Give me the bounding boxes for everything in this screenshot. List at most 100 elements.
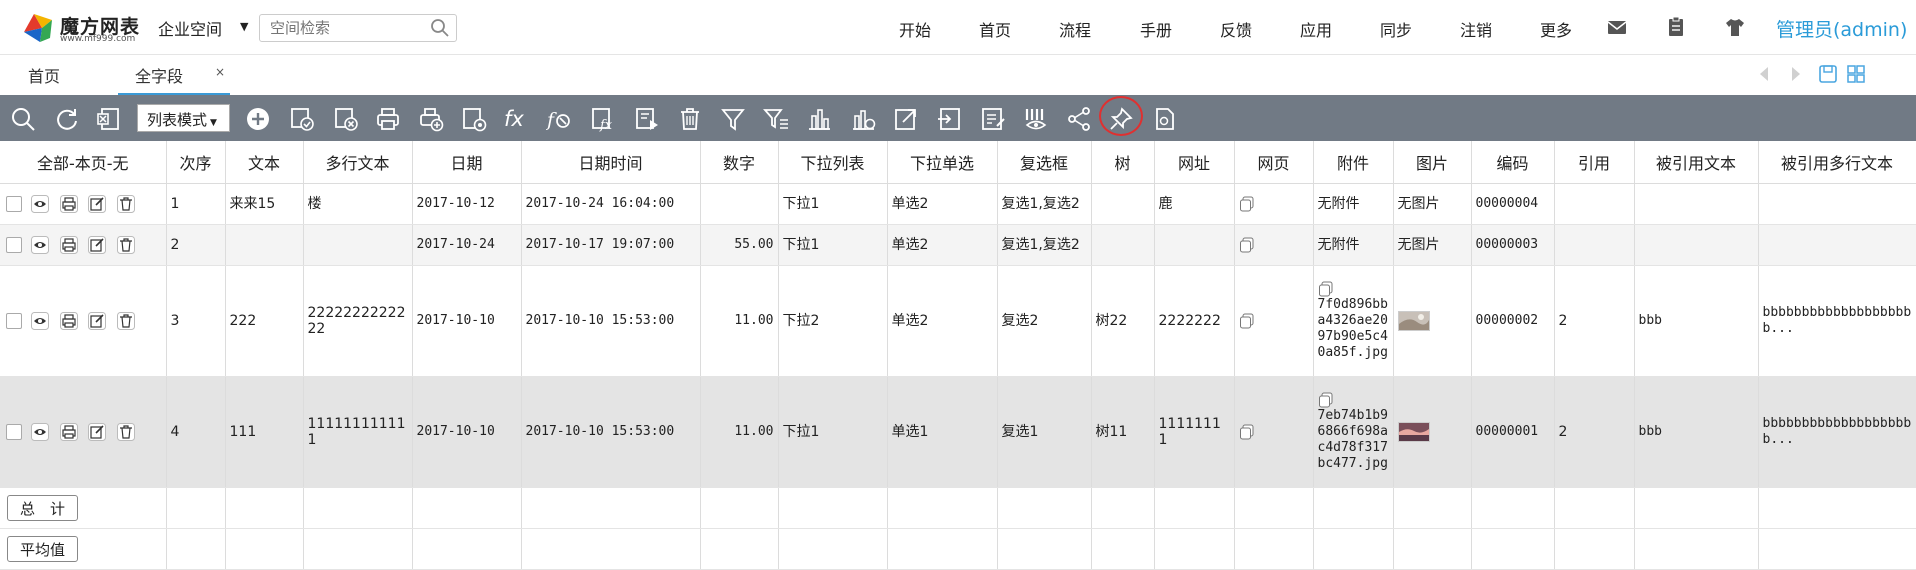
edit-icon[interactable]	[88, 195, 107, 213]
excel-icon[interactable]	[96, 106, 122, 132]
logo[interactable]: 魔方网表 www.mf999.com	[20, 10, 140, 46]
nav-apps[interactable]: 应用	[1300, 17, 1332, 41]
view-icon[interactable]	[31, 236, 50, 254]
view-column-icon[interactable]	[1023, 106, 1049, 132]
share-icon[interactable]	[1066, 106, 1092, 132]
col-number[interactable]: 数字	[700, 141, 779, 184]
cell-url[interactable]: 2222222	[1154, 265, 1235, 377]
col-multiline[interactable]: 多行文本	[303, 141, 413, 184]
image-thumbnail[interactable]	[1397, 422, 1430, 442]
edit-icon[interactable]	[88, 236, 107, 254]
nav-feedback[interactable]: 反馈	[1220, 17, 1252, 41]
mail-icon[interactable]	[1606, 16, 1628, 38]
delete-row-icon[interactable]	[116, 312, 135, 330]
space-selector[interactable]: 企业空间	[158, 16, 222, 40]
copy-icon[interactable]	[1239, 313, 1255, 329]
table-row[interactable]: 4 111 111111111111 2017-10-10 2017-10-10…	[0, 376, 1916, 488]
nav-logout[interactable]: 注销	[1460, 17, 1492, 41]
attachment-filename[interactable]: 7eb74b1b96866f698ac4d78f317bc477.jpg	[1318, 408, 1388, 471]
cell-reference[interactable]	[1554, 224, 1635, 266]
filter-icon[interactable]	[720, 106, 746, 132]
average-button[interactable]: 平均值	[7, 536, 79, 562]
row-checkbox[interactable]	[6, 237, 22, 253]
chart-icon[interactable]	[850, 106, 876, 132]
clipboard-icon[interactable]	[1665, 16, 1687, 38]
view-icon[interactable]	[31, 195, 50, 213]
col-attachment[interactable]: 附件	[1313, 141, 1394, 184]
delete-row-icon[interactable]	[116, 195, 135, 213]
delete-row-icon[interactable]	[116, 236, 135, 254]
save-layout-icon[interactable]	[1817, 63, 1839, 85]
cell-reference[interactable]: 2	[1554, 376, 1635, 488]
cell-url[interactable]	[1154, 224, 1235, 266]
search-icon[interactable]	[430, 18, 450, 38]
run-icon[interactable]	[634, 106, 660, 132]
table-row[interactable]: 2 2017-10-24 2017-10-17 19:07:00 55.00 下…	[0, 224, 1916, 266]
nav-manual[interactable]: 手册	[1140, 17, 1172, 41]
caret-down-icon[interactable]: ▼	[240, 20, 248, 33]
col-ref-multiline[interactable]: 被引用多行文本	[1758, 141, 1916, 184]
print-icon[interactable]	[375, 106, 401, 132]
admin-user[interactable]: 管理员(admin)	[1776, 15, 1907, 42]
print-row-icon[interactable]	[59, 195, 78, 213]
edit-icon[interactable]	[88, 423, 107, 441]
table-row[interactable]: 3 222 2222222222222 2017-10-10 2017-10-1…	[0, 265, 1916, 377]
attachment-filename[interactable]: 7f0d896bba4326ae2097b90e5c40a85f.jpg	[1318, 297, 1388, 360]
cell-url[interactable]: 鹿	[1154, 183, 1235, 225]
delete-row-icon[interactable]	[116, 423, 135, 441]
copy-icon[interactable]	[1318, 281, 1334, 297]
copy-icon[interactable]	[1239, 237, 1255, 253]
cancel-approve-icon[interactable]	[333, 106, 359, 132]
next-tab-icon[interactable]	[1784, 63, 1806, 85]
formula-clear-icon[interactable]: f	[545, 106, 572, 132]
list-mode-dropdown[interactable]: 列表模式 ▼	[137, 104, 230, 132]
cell-reference[interactable]	[1554, 183, 1635, 225]
print-row-icon[interactable]	[59, 312, 78, 330]
delete-icon[interactable]	[677, 106, 703, 132]
row-checkbox[interactable]	[6, 313, 22, 329]
search-icon[interactable]	[10, 106, 36, 132]
view-icon[interactable]	[31, 312, 50, 330]
export-icon[interactable]	[893, 106, 919, 132]
refresh-icon[interactable]	[54, 106, 80, 132]
space-search-input[interactable]	[259, 14, 457, 42]
function-icon[interactable]: fx	[590, 106, 616, 133]
col-code[interactable]: 编码	[1471, 141, 1555, 184]
shirt-icon[interactable]	[1724, 16, 1746, 38]
col-checkbox[interactable]: 复选框	[997, 141, 1092, 184]
import-icon[interactable]	[936, 106, 962, 132]
col-tree[interactable]: 树	[1091, 141, 1155, 184]
col-seq[interactable]: 次序	[166, 141, 226, 184]
table-row[interactable]: 1 来来15 楼 2017-10-12 2017-10-24 16:04:00 …	[0, 183, 1916, 225]
print-row-icon[interactable]	[59, 423, 78, 441]
formula-icon[interactable]: fx	[504, 106, 530, 132]
row-checkbox[interactable]	[6, 196, 22, 212]
nav-sync[interactable]: 同步	[1380, 17, 1412, 41]
nav-start[interactable]: 开始	[899, 17, 931, 41]
col-url[interactable]: 网址	[1154, 141, 1235, 184]
copy-icon[interactable]	[1318, 392, 1334, 408]
edit-icon[interactable]	[88, 312, 107, 330]
prev-tab-icon[interactable]	[1754, 63, 1776, 85]
nav-home[interactable]: 首页	[979, 17, 1011, 41]
tab-home[interactable]: 首页	[28, 63, 60, 87]
edit-batch-icon[interactable]	[980, 106, 1006, 132]
col-reference[interactable]: 引用	[1554, 141, 1635, 184]
col-webpage[interactable]: 网页	[1234, 141, 1314, 184]
col-date[interactable]: 日期	[412, 141, 522, 184]
cell-reference[interactable]: 2	[1554, 265, 1635, 377]
image-thumbnail[interactable]	[1397, 311, 1430, 331]
document-icon[interactable]	[1152, 106, 1178, 132]
col-ref-text[interactable]: 被引用文本	[1634, 141, 1759, 184]
col-dropdown[interactable]: 下拉列表	[778, 141, 888, 184]
grid-layout-icon[interactable]	[1845, 63, 1867, 85]
col-text[interactable]: 文本	[225, 141, 304, 184]
print-row-icon[interactable]	[59, 236, 78, 254]
print-add-icon[interactable]	[418, 106, 444, 132]
nav-more[interactable]: 更多	[1540, 17, 1572, 41]
view-icon[interactable]	[31, 423, 50, 441]
nav-flow[interactable]: 流程	[1059, 17, 1091, 41]
col-datetime[interactable]: 日期时间	[521, 141, 701, 184]
cell-url[interactable]: 11111111	[1154, 376, 1235, 488]
tab-all-fields[interactable]: 全字段	[118, 55, 230, 96]
